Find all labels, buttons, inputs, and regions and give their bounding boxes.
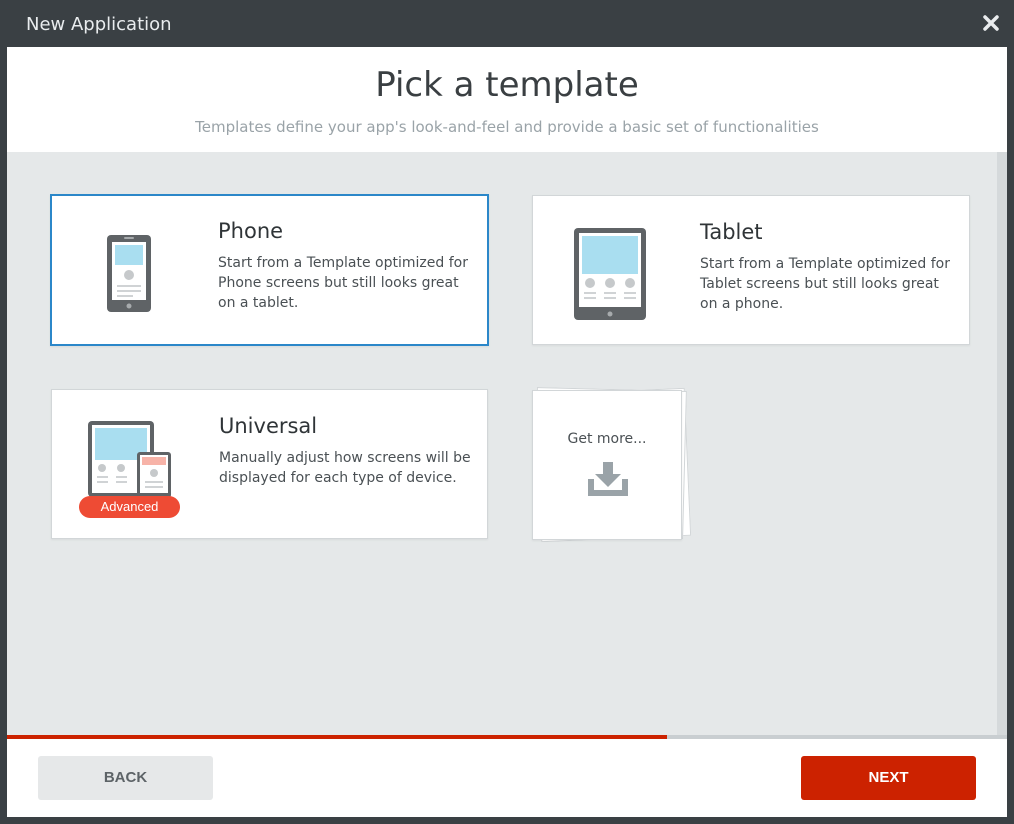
template-description: Start from a Template optimized for Tabl… (700, 256, 950, 312)
template-title: Universal (219, 414, 318, 438)
get-more-label: Get more... (567, 431, 647, 447)
next-button[interactable]: NEXT (801, 756, 976, 800)
template-card-phone[interactable]: Phone Start from a Template optimized fo… (50, 194, 489, 346)
get-more-card[interactable]: Get more... (532, 387, 692, 547)
template-description: Start from a Template optimized for Phon… (218, 255, 468, 311)
back-button[interactable]: BACK (38, 756, 213, 800)
header: Pick a template Templates define your ap… (7, 47, 1007, 152)
close-icon[interactable] (980, 12, 1002, 34)
page-title: Pick a template (375, 65, 639, 105)
template-card-tablet[interactable]: Tablet Start from a Template optimized f… (532, 195, 970, 345)
template-card-universal[interactable]: Advanced Universal Manually adjust how s… (51, 389, 488, 539)
tablet-icon (573, 227, 647, 326)
universal-devices-icon (87, 420, 171, 505)
template-title: Tablet (700, 220, 763, 244)
page-subtitle: Templates define your app's look-and-fee… (195, 118, 819, 136)
phone-icon (106, 234, 152, 319)
dialog-body: Pick a template Templates define your ap… (7, 47, 1007, 817)
template-gallery: Phone Start from a Template optimized fo… (7, 152, 997, 735)
template-description: Manually adjust how screens will be disp… (219, 450, 471, 486)
download-icon (587, 461, 629, 502)
scrollbar[interactable] (997, 152, 1007, 735)
titlebar: New Application (0, 0, 1014, 47)
advanced-badge: Advanced (79, 496, 180, 518)
window-title: New Application (26, 14, 172, 35)
get-more-front[interactable]: Get more... (532, 390, 682, 540)
footer: BACK NEXT (7, 739, 1007, 817)
template-title: Phone (218, 219, 284, 243)
new-application-dialog: New Application Pick a template Template… (0, 0, 1014, 824)
